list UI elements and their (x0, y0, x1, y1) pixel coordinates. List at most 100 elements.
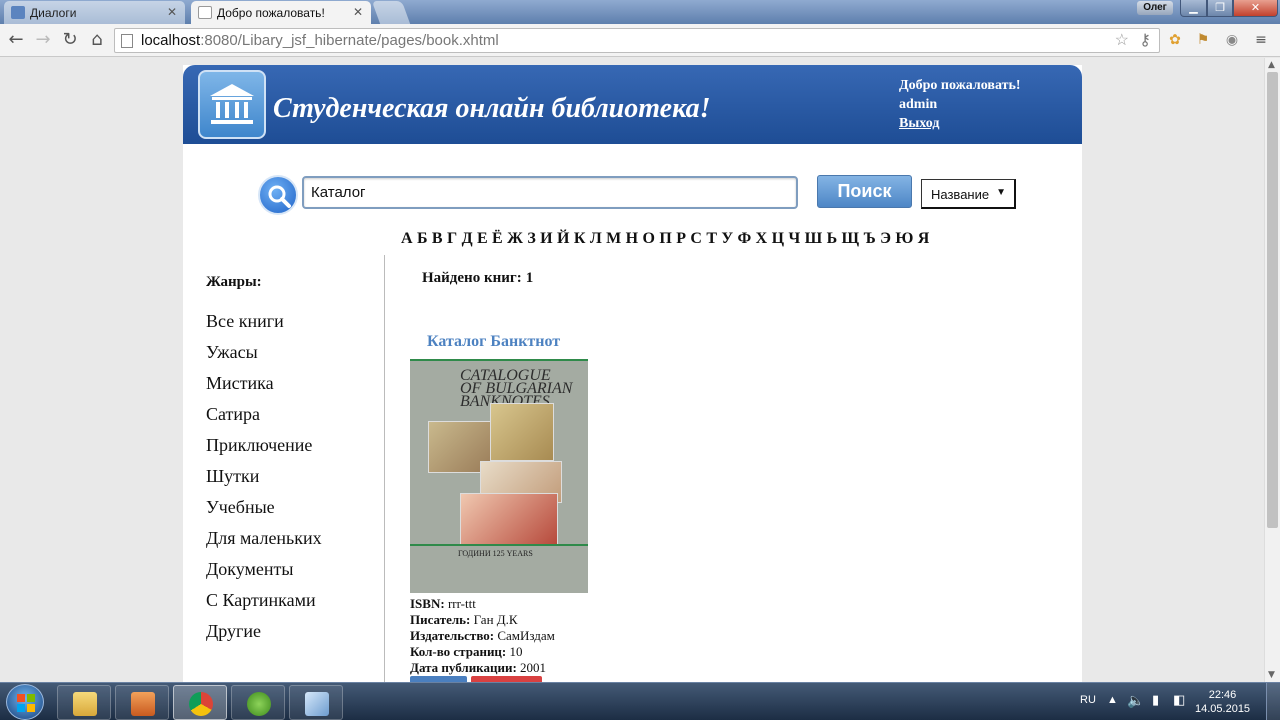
alphabet-letter[interactable]: Ю (895, 230, 913, 247)
search-button[interactable]: Поиск (817, 175, 912, 208)
book-title-link[interactable]: Каталог Банктнот (427, 333, 560, 351)
windows-taskbar: RU ▲ 🔈 ▮ ◧ 22:46 14.05.2015 (0, 682, 1280, 720)
site-header: Студенческая онлайн библиотека! Добро по… (183, 65, 1082, 144)
author-row: Писатель: Ган Д.К (410, 612, 555, 628)
utorrent-icon (247, 692, 271, 716)
alphabet-letter[interactable]: З (527, 230, 535, 247)
clock[interactable]: 22:46 14.05.2015 (1195, 688, 1250, 716)
alphabet-letter[interactable]: С (690, 230, 702, 247)
alphabet-letter[interactable]: Н (626, 230, 638, 247)
home-icon[interactable]: ⌂ (86, 29, 108, 51)
forward-arrow-icon[interactable]: → (32, 29, 54, 51)
show-desktop-button[interactable] (1266, 683, 1280, 720)
alphabet-letter[interactable]: П (659, 230, 671, 247)
tab-label: Диалоги (30, 6, 77, 20)
taskbar-media-player[interactable] (115, 685, 169, 720)
alphabet-letter[interactable]: Щ (842, 230, 860, 247)
alphabet-letter[interactable]: Х (756, 230, 768, 247)
extension-circle-icon[interactable]: ◉ (1223, 31, 1241, 49)
alphabet-letter[interactable]: Я (918, 230, 930, 247)
cube-icon (305, 692, 329, 716)
vertical-scrollbar[interactable]: ▲ ▼ (1264, 58, 1280, 682)
scroll-down-icon[interactable]: ▼ (1268, 670, 1275, 680)
alphabet-letter[interactable]: В (432, 230, 443, 247)
close-icon[interactable]: ✕ (167, 5, 177, 19)
windows-start-button[interactable] (6, 684, 44, 720)
scroll-up-icon[interactable]: ▲ (1268, 60, 1275, 70)
genre-item[interactable]: С Картинками (206, 588, 322, 619)
clock-time: 22:46 (1208, 689, 1237, 701)
alphabet-letter[interactable]: Ф (738, 230, 752, 247)
alphabet-letter[interactable]: Р (676, 230, 686, 247)
book-cover-image[interactable]: CATALOGUE OF BULGARIAN BANKNOTES ГОДИНИ … (410, 359, 588, 593)
new-tab-button[interactable] (371, 1, 411, 24)
extension-bookmark-icon[interactable]: ⚑ (1194, 31, 1212, 49)
menu-icon[interactable]: ≡ (1252, 31, 1270, 49)
reload-icon[interactable]: ↻ (59, 29, 81, 51)
language-indicator[interactable]: RU (1080, 694, 1096, 706)
alphabet-letter[interactable]: И (540, 230, 552, 247)
genre-item[interactable]: Для маленьких (206, 526, 322, 557)
alphabet-letter[interactable]: Е (477, 230, 488, 247)
isbn-label: ISBN: (410, 596, 445, 611)
back-arrow-icon[interactable]: ← (5, 29, 27, 51)
search-mode-select[interactable]: Название ▼ (921, 179, 1016, 209)
alphabet-letter[interactable]: А (401, 230, 413, 247)
results-count: Найдено книг: 1 (422, 270, 533, 287)
alphabet-letter[interactable]: Л (590, 230, 602, 247)
alphabet-letter[interactable]: О (643, 230, 655, 247)
alphabet-letter[interactable]: К (574, 230, 586, 247)
taskbar-chrome[interactable] (173, 685, 227, 720)
network-icon[interactable]: ◧ (1173, 692, 1185, 708)
genre-item[interactable]: Документы (206, 557, 322, 588)
extension-puzzle-icon[interactable]: ✿ (1166, 31, 1184, 49)
minimize-button[interactable]: ▁ (1180, 0, 1207, 17)
alphabet-letter[interactable]: Т (706, 230, 717, 247)
taskbar-utorrent[interactable] (231, 685, 285, 720)
address-bar[interactable]: localhost:8080/Libary_jsf_hibernate/page… (114, 28, 1160, 53)
tab-welcome[interactable]: Добро пожаловать! ✕ (191, 1, 371, 24)
alphabet-letter[interactable]: Ж (507, 230, 523, 247)
volume-icon[interactable]: 🔈 (1127, 692, 1144, 709)
alphabet-letter[interactable]: Й (557, 230, 569, 247)
alphabet-letter[interactable]: У (721, 230, 733, 247)
scroll-thumb[interactable] (1267, 72, 1278, 528)
logout-link[interactable]: Выход (899, 114, 1021, 133)
tray-arrow-icon[interactable]: ▲ (1107, 694, 1118, 706)
alphabet-letter[interactable]: Ъ (864, 230, 876, 247)
genre-item[interactable]: Шутки (206, 464, 322, 495)
taskbar-explorer[interactable] (57, 685, 111, 720)
genre-list: Все книги Ужасы Мистика Сатира Приключен… (206, 309, 322, 650)
alphabet-letter[interactable]: М (606, 230, 621, 247)
alphabet-letter[interactable]: Ч (788, 230, 800, 247)
tab-dialogs[interactable]: Диалоги ✕ (4, 1, 185, 24)
alphabet-letter[interactable]: Г (447, 230, 457, 247)
alphabet-letter[interactable]: Ё (492, 230, 503, 247)
genre-item[interactable]: Сатира (206, 402, 322, 433)
dialogs-favicon-icon (11, 6, 25, 19)
genre-item[interactable]: Учебные (206, 495, 322, 526)
close-icon[interactable]: ✕ (353, 5, 363, 19)
pages-label: Кол-во страниц: (410, 644, 507, 659)
alphabet-letter[interactable]: Д (462, 230, 473, 247)
genre-item[interactable]: Все книги (206, 309, 322, 340)
search-input[interactable] (302, 176, 798, 209)
alphabet-letter[interactable]: Ь (827, 230, 838, 247)
genre-item[interactable]: Мистика (206, 371, 322, 402)
taskbar-app-cube[interactable] (289, 685, 343, 720)
alphabet-letter[interactable]: Ц (772, 230, 784, 247)
alphabet-letter[interactable]: Ш (805, 230, 823, 247)
alphabet-letter[interactable]: Б (417, 230, 428, 247)
alphabet-letter[interactable]: Э (880, 230, 891, 247)
genre-item[interactable]: Другие (206, 619, 322, 650)
key-icon[interactable]: ⚷ (1139, 30, 1151, 50)
bookmark-star-icon[interactable]: ☆ (1115, 30, 1129, 50)
genre-item[interactable]: Ужасы (206, 340, 322, 371)
window-close-button[interactable]: ✕ (1233, 0, 1278, 17)
publisher-label: Издательство: (410, 628, 495, 643)
banknote-image (460, 493, 558, 545)
power-icon[interactable]: ▮ (1152, 692, 1159, 708)
maximize-button[interactable]: ❐ (1207, 0, 1233, 17)
genre-item[interactable]: Приключение (206, 433, 322, 464)
profile-button[interactable]: Олег (1137, 1, 1173, 15)
